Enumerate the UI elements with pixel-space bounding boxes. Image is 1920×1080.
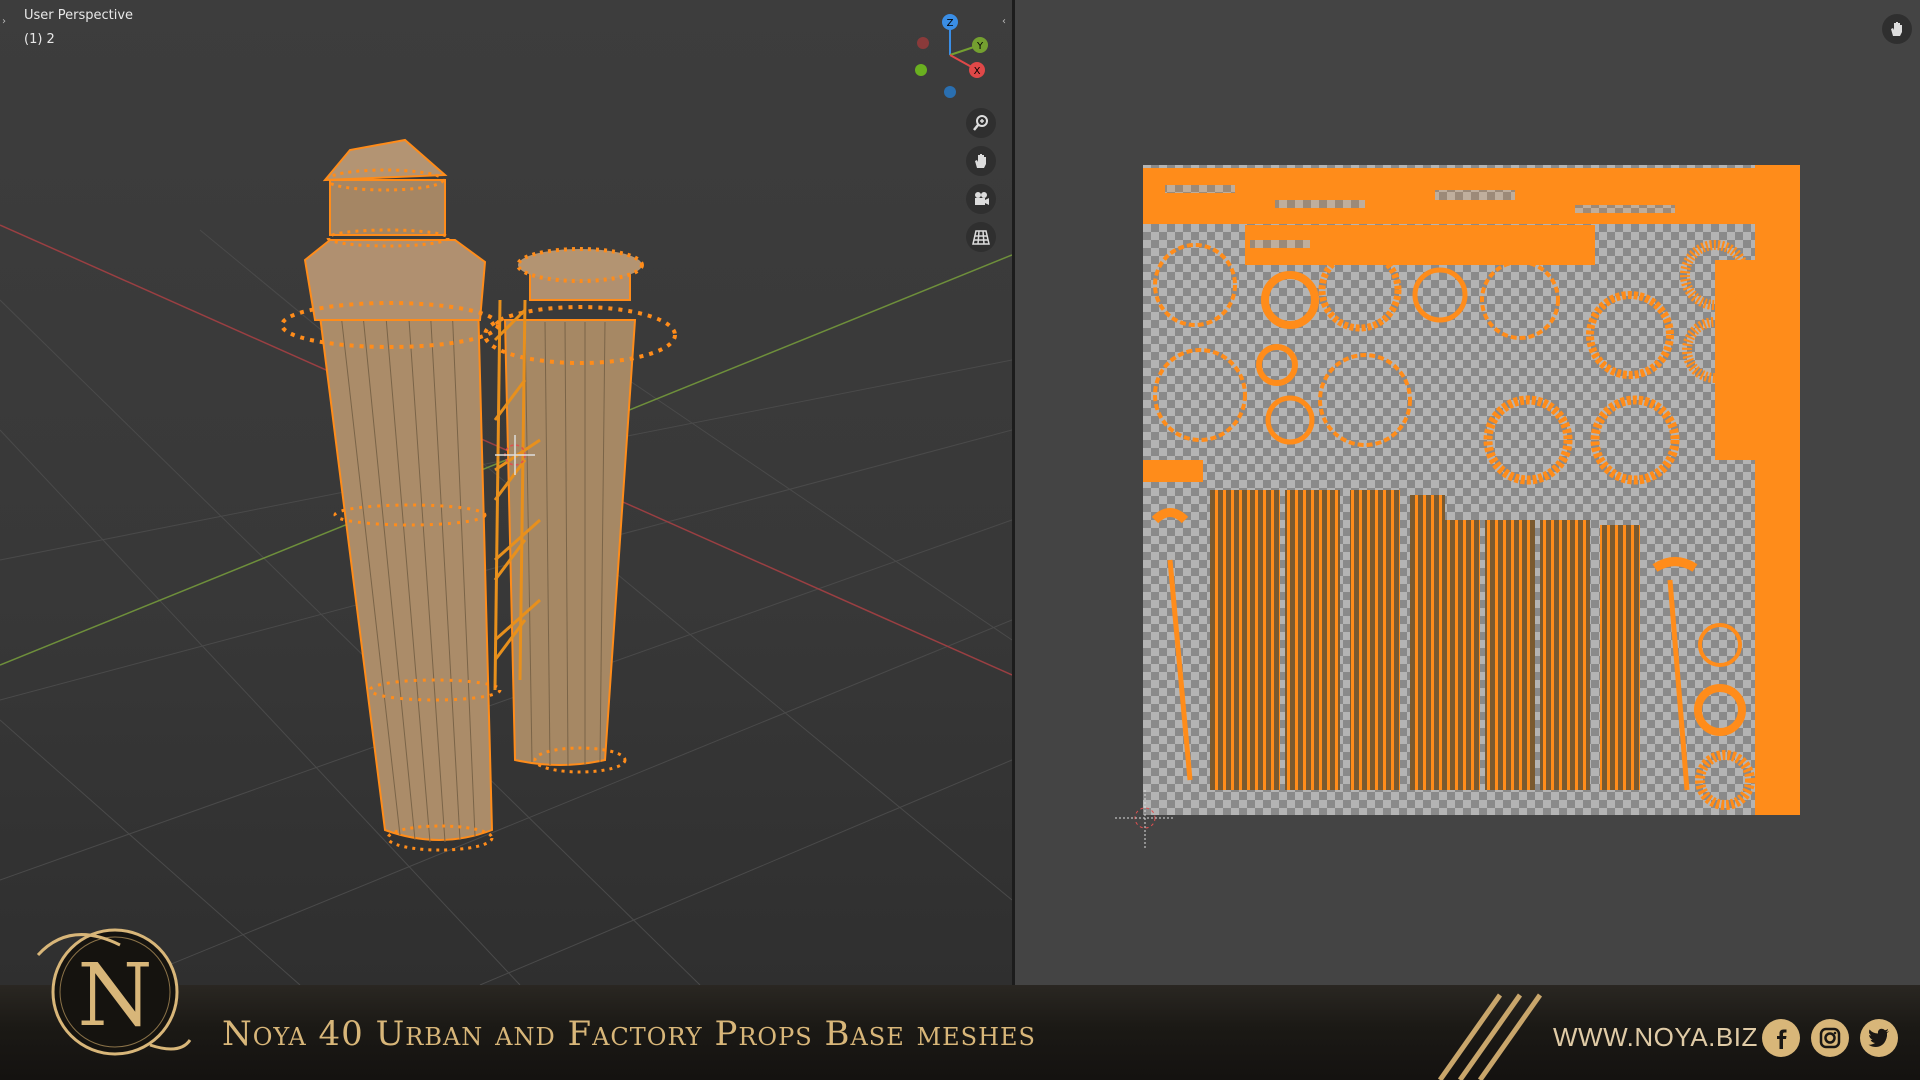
- uv-canvas: [1115, 165, 1800, 848]
- grid-icon: [972, 230, 990, 245]
- sidebar-expand-icon[interactable]: ‹: [1002, 16, 1006, 27]
- uv-pan-tool-button[interactable]: [1882, 14, 1912, 44]
- facebook-icon[interactable]: [1762, 1019, 1800, 1057]
- decorative-stripes: [1437, 993, 1543, 1080]
- uv-strip-islands: [1210, 490, 1640, 790]
- toggle-ortho-button[interactable]: [966, 222, 996, 252]
- zoom-tool-button[interactable]: [966, 108, 996, 138]
- camera-icon: [975, 192, 989, 205]
- left-tower-mesh: [280, 138, 502, 852]
- product-title: Noya 40 Urban and Factory Props Base mes…: [222, 1014, 1036, 1054]
- zoom-icon: [973, 115, 988, 131]
- mesh-objects[interactable]: [0, 0, 1012, 985]
- navigation-gizmo[interactable]: Z Y X: [905, 10, 995, 100]
- svg-text:X: X: [974, 66, 981, 77]
- pan-tool-button[interactable]: [966, 146, 996, 176]
- svg-text:N: N: [77, 946, 152, 1046]
- noya-logo: N: [36, 928, 192, 1056]
- viewport-mode-label: User Perspective: [24, 8, 134, 23]
- svg-text:Z: Z: [947, 18, 954, 29]
- hand-pan-icon: [1891, 22, 1902, 36]
- svg-text:Y: Y: [976, 41, 984, 52]
- instagram-icon[interactable]: [1811, 1019, 1849, 1057]
- twitter-icon[interactable]: [1860, 1019, 1898, 1057]
- hand-pan-icon: [975, 154, 986, 168]
- right-tower-mesh: [483, 247, 677, 774]
- website-link[interactable]: WWW.NOYA.BIZ: [1553, 1022, 1758, 1053]
- toolbar-expand-icon[interactable]: ›: [2, 16, 6, 27]
- camera-view-button[interactable]: [966, 184, 996, 214]
- object-info-label: (1) 2: [24, 32, 55, 47]
- 3d-viewport[interactable]: User Perspective (1) 2 › ‹ Z Y X: [0, 0, 1012, 985]
- uv-editor[interactable]: [1015, 0, 1920, 985]
